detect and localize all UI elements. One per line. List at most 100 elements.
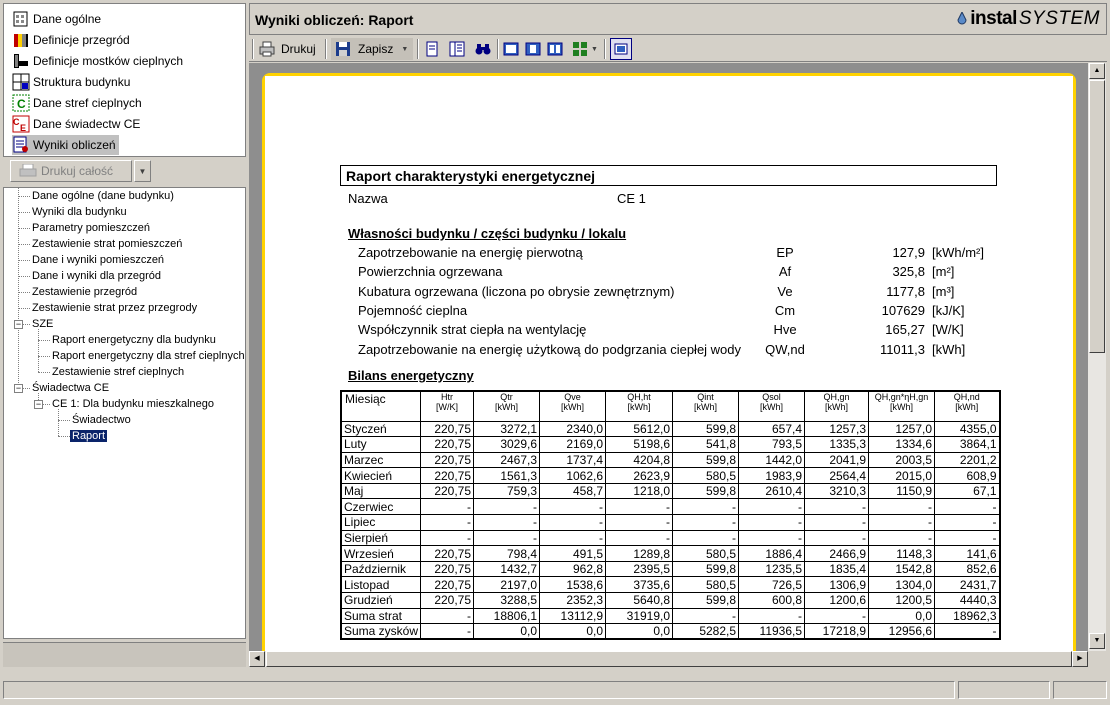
nav-item-dane-swiadectw[interactable]: CE Dane świadectw CE [12, 114, 143, 134]
value-cell: 2003,5 [868, 451, 936, 469]
value-cell: 4204,8 [605, 451, 674, 469]
value-cell: 1442,0 [738, 451, 806, 469]
save-label: Zapisz [358, 42, 394, 56]
column-header: Htr [W/K] [420, 390, 475, 422]
single-page-button[interactable] [424, 38, 440, 60]
value-cell: 793,5 [738, 436, 806, 453]
column-header-name: Qsol [762, 392, 781, 402]
table-row: Styczeń 220,75 3272,1 2340,0 5612,0 599,8 657,… [340, 420, 1001, 438]
page-layout-button[interactable] [449, 38, 465, 60]
two-pages-button[interactable] [547, 38, 563, 60]
tree-node-dane-wyniki-pomieszczen[interactable]: Dane i wyniki pomieszczeń [32, 253, 164, 268]
print-all-button[interactable]: Drukuj całość [10, 160, 132, 182]
drop-logo-icon [957, 10, 967, 26]
scroll-down-button[interactable]: ▼ [1089, 633, 1105, 649]
month-cell: Wrzesień [340, 545, 422, 562]
horizontal-scroll-thumb[interactable] [266, 651, 1072, 667]
value-cell: - [605, 529, 674, 547]
scroll-up-button[interactable]: ▲ [1089, 63, 1105, 79]
tree-node-raport-stref[interactable]: Raport energetyczny dla stref cieplnych [52, 349, 245, 364]
tree-node-dane-wyniki-przegrod[interactable]: Dane i wyniki dla przegród [32, 269, 161, 284]
table-row: Kwiecień 220,75 1561,3 1062,6 2623,9 580,5 198… [340, 467, 1001, 484]
fit-view-icon [613, 41, 629, 57]
print-label: Drukuj [281, 42, 316, 56]
value-cell: 220,75 [420, 482, 475, 500]
vertical-scroll-thumb[interactable] [1089, 80, 1105, 353]
scroll-left-button[interactable]: ◀ [249, 651, 265, 667]
nav-item-wyniki-obliczen[interactable]: Wyniki obliczeń [12, 135, 119, 155]
nav-item-dane-stref[interactable]: C Dane stref cieplnych [12, 93, 145, 113]
print-button[interactable]: Drukuj [259, 38, 323, 60]
thermal-bridge-icon [12, 52, 30, 70]
properties-heading: Własności budynku / części budynku / lok… [348, 226, 627, 241]
tree-node-raport-budynku[interactable]: Raport energetyczny dla budynku [52, 333, 216, 348]
tree-node-wyniki-budynku[interactable]: Wyniki dla budynku [32, 205, 127, 220]
zoom-page-button[interactable] [503, 38, 519, 60]
tree-node-swiadectwa-ce[interactable]: Świadectwa CE [32, 381, 109, 396]
value-cell: 599,8 [672, 451, 740, 469]
find-button[interactable] [475, 38, 491, 60]
value-cell: 5640,8 [605, 592, 674, 609]
nav-item-struktura-budynku[interactable]: Struktura budynku [12, 72, 133, 92]
value-cell: - [738, 529, 806, 547]
save-button[interactable]: Zapisz ▼ [331, 38, 413, 60]
tree-node-zestawienie-stref[interactable]: Zestawienie stref cieplnych [52, 365, 184, 380]
table-header-row: Miesiąc Htr [W/K] Qtr [kWh] Qve [kWh] QH,ht [kWh… [340, 390, 1001, 422]
value-cell: 12956,6 [868, 623, 936, 640]
print-options-dropdown[interactable]: ▼ [134, 160, 151, 182]
value-cell: 4355,0 [934, 420, 1001, 438]
zoom-width-button[interactable] [525, 38, 541, 60]
value-cell: - [738, 514, 806, 531]
multi-page-dropdown[interactable]: ▼ [572, 38, 598, 60]
collapse-swiadectwa-toggle[interactable]: − [14, 384, 23, 393]
value-cell: - [539, 514, 607, 531]
chevron-down-icon: ▼ [401, 45, 409, 53]
property-label: Kubatura ogrzewana (liczona po obrysie z… [358, 284, 675, 299]
property-symbol: Af [778, 264, 792, 279]
value-cell: - [473, 514, 541, 531]
tree-node-zestawienie-strat-pomieszczen[interactable]: Zestawienie strat pomieszczeń [32, 237, 182, 252]
tree-node-parametry-pomieszczen[interactable]: Parametry pomieszczeń [32, 221, 150, 236]
value-cell: - [868, 514, 936, 531]
calculation-results-icon [12, 136, 30, 154]
value-cell: - [539, 529, 607, 547]
property-unit: [m²] [932, 264, 955, 279]
value-cell: 220,75 [420, 545, 475, 562]
heat-zone-icon: C [12, 94, 30, 112]
value-cell: 3272,1 [473, 420, 541, 438]
tree-node-zestawienie-przegrod[interactable]: Zestawienie przegród [32, 285, 137, 300]
nav-item-definicje-przegrod[interactable]: Definicje przegród [12, 30, 133, 50]
building-structure-icon [12, 73, 30, 91]
value-cell: - [539, 498, 607, 516]
tree-node-ce1[interactable]: CE 1: Dla budynku mieszkalnego [52, 397, 214, 412]
value-cell: 2041,9 [804, 451, 870, 469]
svg-text:C: C [13, 117, 20, 127]
report-viewer[interactable]: Raport charakterystyki energetycznej Naz… [249, 63, 1088, 651]
nav-item-dane-ogolne[interactable]: Dane ogólne [12, 9, 104, 29]
collapse-ce1-toggle[interactable]: − [34, 400, 43, 409]
month-cell: Kwiecień [340, 467, 422, 484]
scroll-right-button[interactable]: ▶ [1072, 651, 1088, 667]
fit-view-button[interactable] [610, 38, 632, 60]
value-cell: 1200,6 [804, 592, 870, 609]
value-cell: 1306,9 [804, 576, 870, 594]
tree-node-sze[interactable]: SZE [32, 317, 53, 332]
status-panel-secondary [958, 681, 1050, 699]
property-value: 325,8 [892, 264, 925, 279]
value-cell: - [934, 623, 1001, 640]
value-cell: 1542,8 [868, 560, 936, 578]
tree-node-raport[interactable]: Raport [70, 429, 108, 444]
month-cell: Lipiec [340, 514, 422, 531]
horizontal-scrollbar[interactable]: ◀ ▶ [249, 651, 1088, 667]
page-width-icon [525, 41, 541, 57]
value-cell: - [605, 498, 674, 516]
certificate-ce-icon: CE [12, 115, 30, 133]
tree-node-dane-ogolne[interactable]: Dane ogólne (dane budynku) [32, 189, 174, 204]
tree-node-swiadectwo[interactable]: Świadectwo [72, 413, 131, 428]
column-header-name: QH,ht [627, 392, 651, 402]
collapse-sze-toggle[interactable]: − [14, 320, 23, 329]
vertical-scrollbar[interactable]: ▲ ▼ [1088, 63, 1106, 651]
value-cell: - [868, 498, 936, 516]
tree-node-zestawienie-strat-przegrody[interactable]: Zestawienie strat przez przegrody [32, 301, 197, 316]
nav-item-definicje-mostkow[interactable]: Definicje mostków cieplnych [12, 51, 186, 71]
